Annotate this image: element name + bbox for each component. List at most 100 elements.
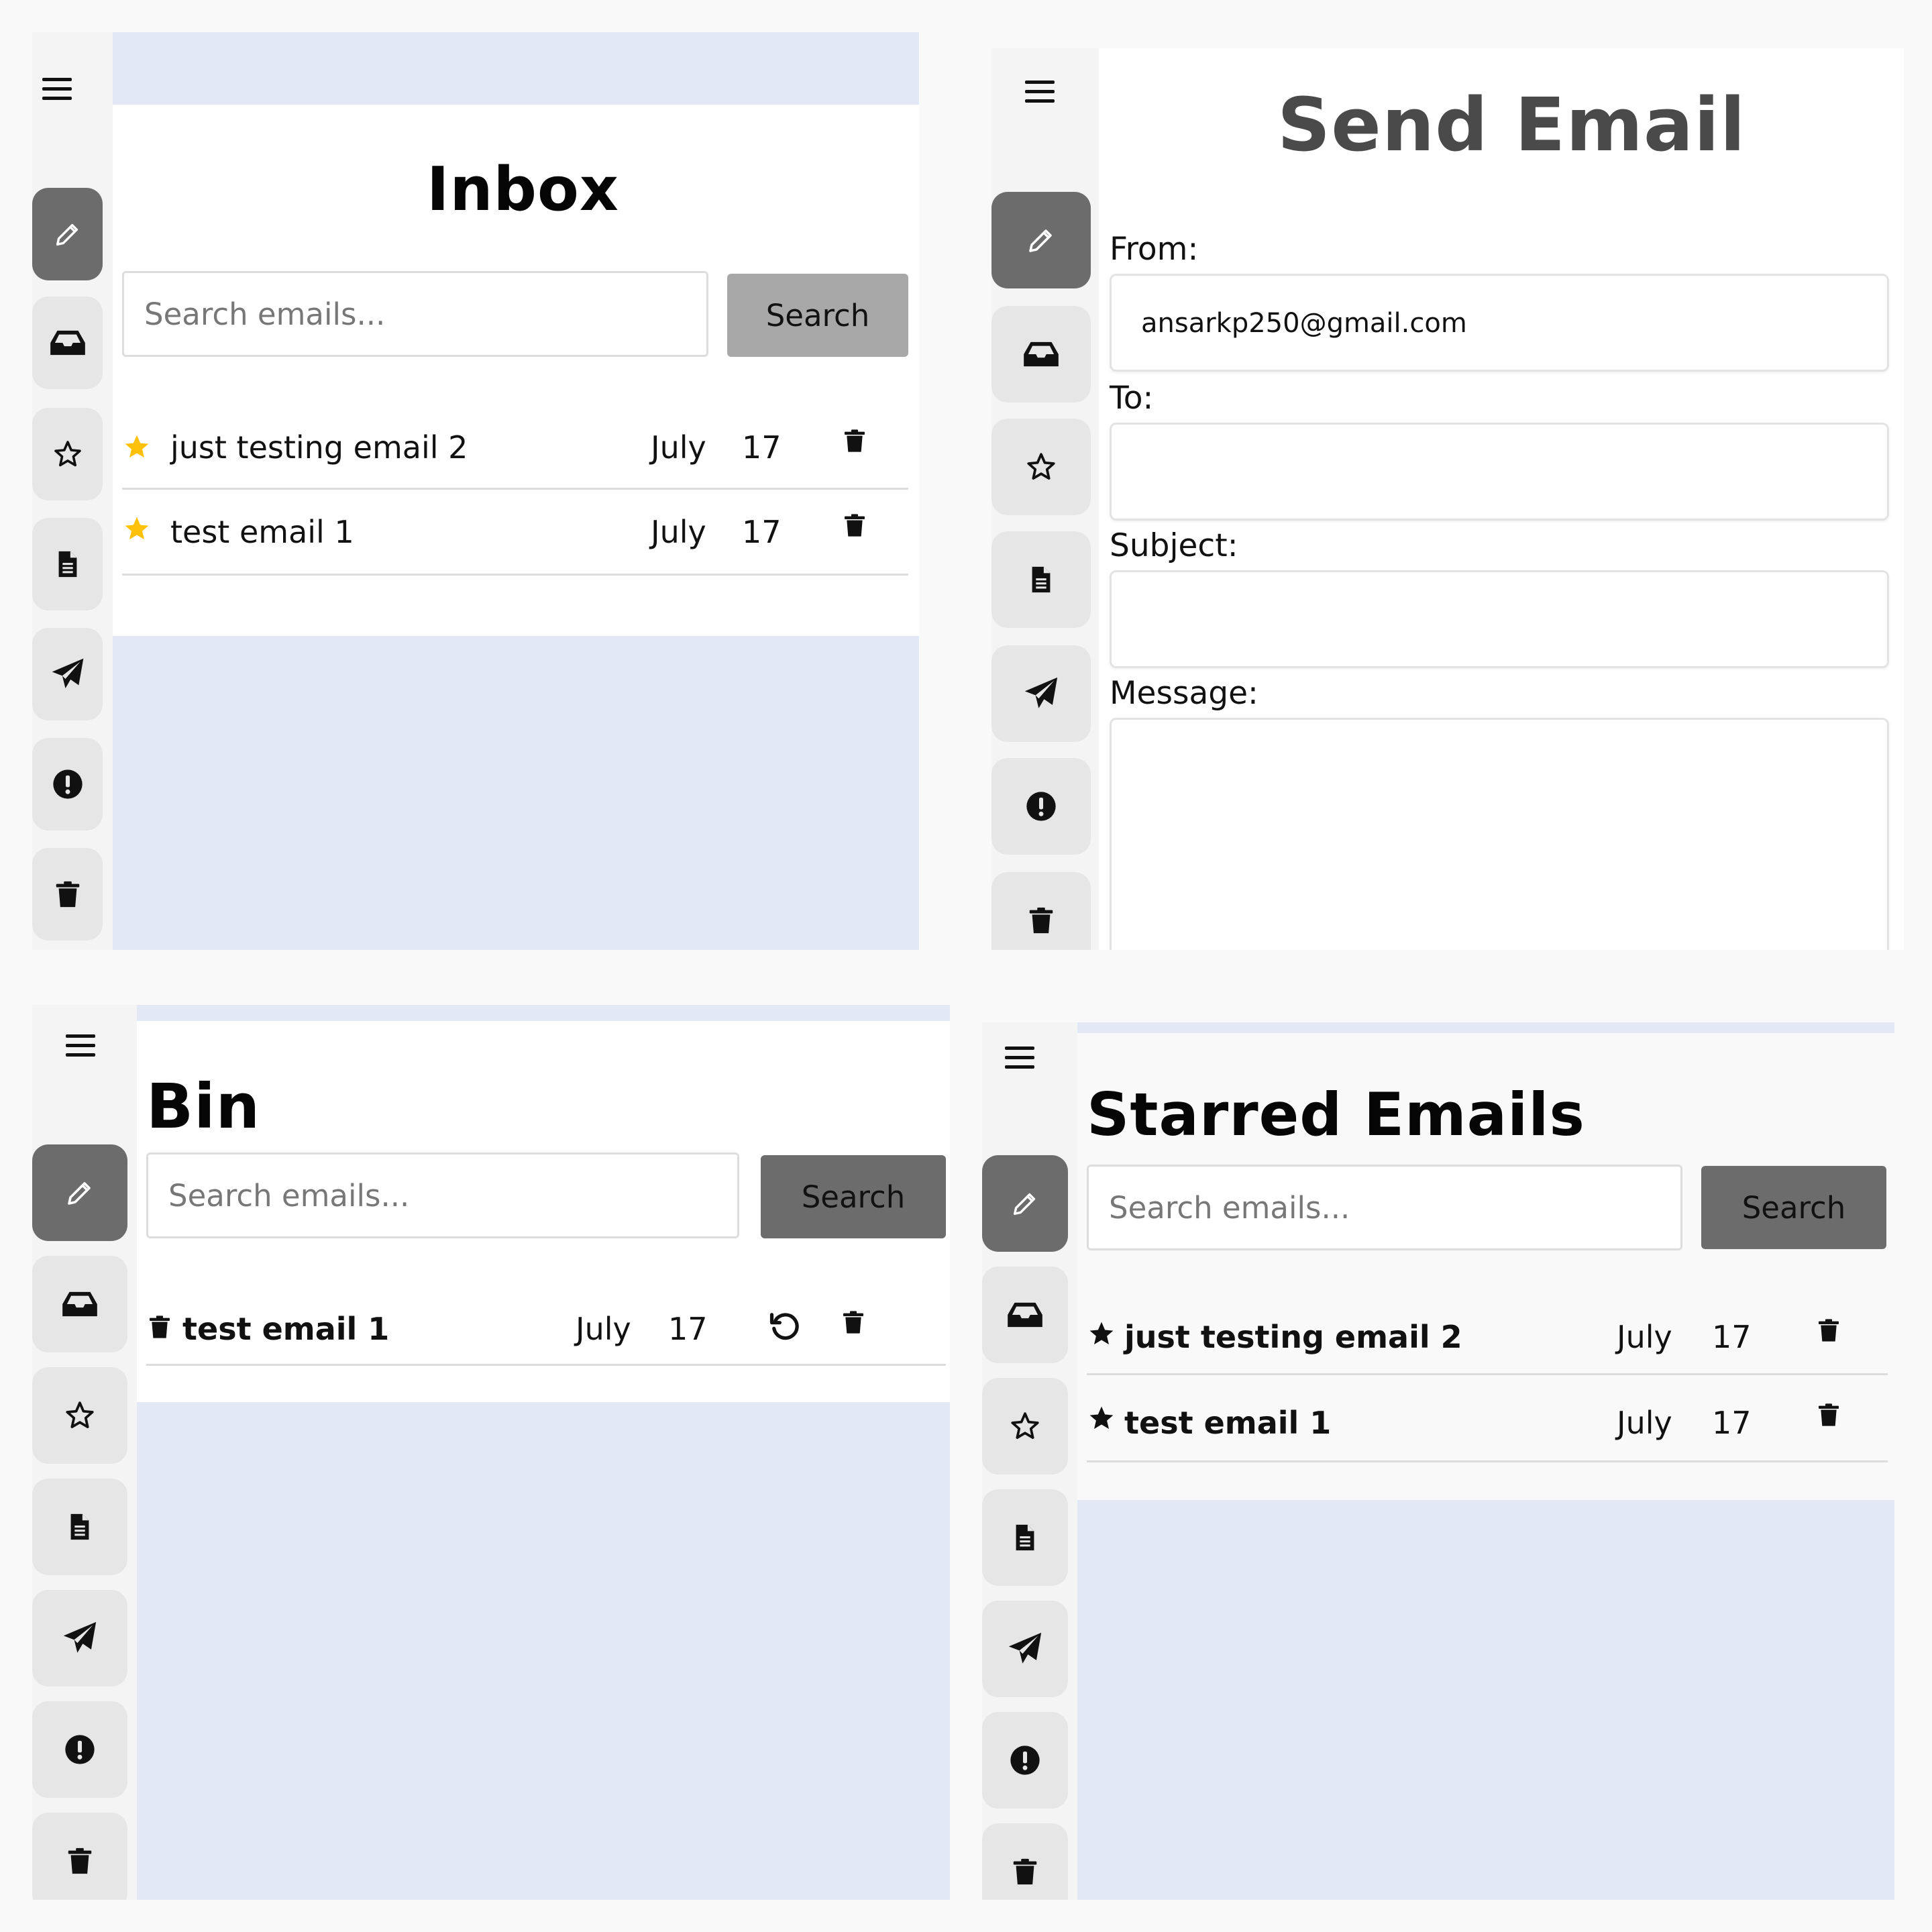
search-input[interactable]	[1087, 1165, 1682, 1250]
from-label: From:	[1110, 231, 1199, 268]
inbox-icon	[1004, 1294, 1046, 1336]
restore-icon[interactable]	[767, 1308, 802, 1343]
email-day: 17	[1712, 1319, 1752, 1355]
message-field[interactable]	[1110, 718, 1889, 950]
document-icon	[1010, 1522, 1040, 1553]
inbox-icon	[47, 322, 89, 364]
subject-field[interactable]	[1110, 570, 1889, 668]
from-value: ansarkp250@gmail.com	[1141, 308, 1467, 339]
star-icon[interactable]	[122, 432, 152, 462]
starred-nav-button[interactable]	[32, 408, 103, 500]
spam-nav-button[interactable]	[991, 758, 1091, 855]
inbox-nav-button[interactable]	[32, 297, 103, 389]
menu-icon[interactable]	[42, 78, 72, 101]
trash-icon[interactable]	[1815, 1398, 1842, 1432]
bin-nav-button[interactable]	[32, 1813, 127, 1900]
trash-icon	[64, 1845, 95, 1876]
compose-nav-button[interactable]	[982, 1155, 1068, 1252]
sidebar	[32, 32, 113, 950]
email-day: 17	[668, 1311, 708, 1347]
bin-nav-button[interactable]	[982, 1823, 1068, 1900]
from-field[interactable]: ansarkp250@gmail.com	[1110, 274, 1889, 372]
pencil-icon	[1025, 224, 1057, 256]
pencil-icon	[64, 1177, 96, 1209]
trash-icon[interactable]	[840, 1305, 867, 1339]
spam-nav-button[interactable]	[32, 1701, 127, 1798]
drafts-nav-button[interactable]	[982, 1489, 1068, 1586]
page-title: Bin	[146, 1071, 261, 1142]
trash-icon[interactable]	[1815, 1313, 1842, 1347]
inbox-icon	[1020, 333, 1062, 375]
document-icon	[52, 549, 83, 580]
inbox-nav-button[interactable]	[982, 1267, 1068, 1363]
email-row[interactable]: test email 1 July 17	[146, 1284, 946, 1366]
trash-icon[interactable]	[841, 508, 868, 542]
email-month: July	[576, 1311, 631, 1347]
email-row[interactable]: just testing email 2 July 17	[122, 408, 908, 490]
inbox-nav-button[interactable]	[32, 1256, 127, 1352]
menu-icon[interactable]	[1005, 1046, 1034, 1069]
star-icon[interactable]	[122, 514, 152, 543]
compose-nav-button[interactable]	[991, 192, 1091, 288]
search-button[interactable]: Search	[727, 274, 908, 357]
search-button[interactable]: Search	[761, 1155, 946, 1238]
sent-nav-button[interactable]	[982, 1601, 1068, 1697]
send-icon	[1022, 674, 1061, 713]
trash-icon	[1026, 905, 1057, 936]
email-row[interactable]: just testing email 2 July 17	[1087, 1292, 1888, 1375]
email-month: July	[1617, 1319, 1672, 1355]
pencil-icon	[1010, 1188, 1040, 1219]
page-title: Starred Emails	[1087, 1080, 1585, 1149]
spam-nav-button[interactable]	[982, 1712, 1068, 1809]
email-subject: test email 1	[170, 514, 354, 550]
send-icon	[1006, 1629, 1044, 1668]
search-input[interactable]	[122, 271, 708, 357]
search-button[interactable]: Search	[1701, 1166, 1886, 1249]
email-row[interactable]: test email 1 July 17	[122, 490, 908, 576]
star-icon	[1024, 450, 1058, 484]
email-day: 17	[742, 514, 782, 550]
compose-nav-button[interactable]	[32, 1144, 127, 1241]
sent-nav-button[interactable]	[991, 645, 1091, 742]
trash-icon[interactable]	[841, 424, 868, 458]
inbox-icon	[59, 1283, 101, 1325]
message-label: Message:	[1110, 675, 1258, 712]
spam-nav-button[interactable]	[32, 738, 103, 830]
alert-icon	[1008, 1743, 1042, 1778]
star-icon	[1008, 1409, 1042, 1443]
sent-nav-button[interactable]	[32, 1590, 127, 1686]
send-icon	[60, 1619, 99, 1658]
sent-nav-button[interactable]	[32, 628, 103, 720]
email-month: July	[1617, 1405, 1672, 1441]
email-row[interactable]: test email 1 July 17	[1087, 1375, 1888, 1462]
to-field[interactable]	[1110, 423, 1889, 521]
bin-nav-button[interactable]	[32, 848, 103, 941]
menu-icon[interactable]	[66, 1034, 95, 1057]
sidebar	[991, 48, 1099, 950]
star-icon	[52, 438, 84, 470]
menu-icon[interactable]	[1025, 80, 1055, 103]
alert-icon	[50, 767, 85, 802]
inbox-nav-button[interactable]	[991, 306, 1091, 402]
alert-icon	[62, 1732, 97, 1767]
search-input[interactable]	[146, 1152, 739, 1238]
compose-nav-button[interactable]	[32, 188, 103, 280]
to-label: To:	[1110, 380, 1154, 417]
bin-nav-button[interactable]	[991, 872, 1091, 950]
pencil-icon	[52, 219, 83, 250]
subject-label: Subject:	[1110, 527, 1238, 564]
send-icon	[49, 655, 87, 693]
drafts-nav-button[interactable]	[32, 518, 103, 610]
compose-panel: Send Email From: ansarkp250@gmail.com To…	[991, 48, 1904, 950]
star-icon[interactable]	[1087, 1403, 1116, 1433]
trash-icon	[1010, 1856, 1040, 1887]
drafts-nav-button[interactable]	[991, 531, 1091, 628]
bin-panel: Bin Search test email 1 July 17	[32, 1005, 950, 1900]
star-icon[interactable]	[1087, 1319, 1116, 1348]
starred-nav-button[interactable]	[991, 419, 1091, 515]
starred-nav-button[interactable]	[32, 1367, 127, 1464]
starred-nav-button[interactable]	[982, 1378, 1068, 1474]
drafts-nav-button[interactable]	[32, 1479, 127, 1575]
email-day: 17	[742, 429, 782, 466]
email-subject: just testing email 2	[1124, 1319, 1462, 1355]
